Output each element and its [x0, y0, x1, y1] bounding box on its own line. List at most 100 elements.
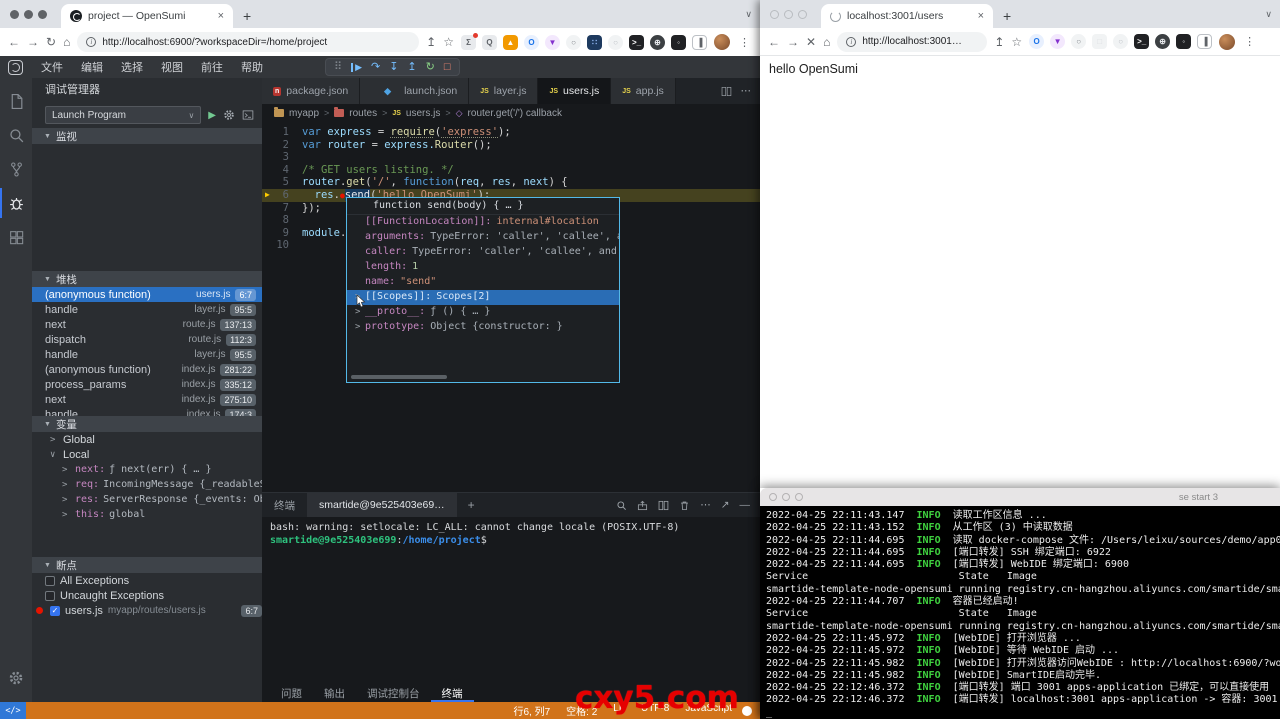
close-window-icon[interactable]	[770, 10, 779, 19]
forward-icon[interactable]: →	[787, 35, 799, 49]
debug-console-icon[interactable]	[242, 109, 254, 121]
breakpoint-row[interactable]: Uncaught Exceptions	[32, 588, 262, 603]
stack-frame[interactable]: handlelayer.js95:5	[32, 347, 262, 362]
menu-item[interactable]: 编辑	[72, 62, 112, 74]
remote-indicator[interactable]: </>	[0, 702, 26, 719]
code-editor[interactable]: 1var express = require('express');2var r…	[262, 122, 760, 492]
code-line[interactable]: 3	[262, 151, 760, 164]
minimize-window-icon[interactable]	[24, 10, 33, 19]
debug-icon[interactable]	[0, 188, 32, 218]
tab-close-icon[interactable]: ×	[978, 10, 984, 22]
drag-handle-icon[interactable]: ⠿	[334, 62, 342, 73]
watch-section-header[interactable]: ▼监视	[32, 128, 262, 144]
disk-extension-icon[interactable]: O	[1029, 34, 1044, 49]
settings-gear-icon[interactable]	[8, 670, 24, 686]
breadcrumb-item[interactable]: users.js	[406, 108, 440, 119]
extensions-icon[interactable]	[0, 222, 32, 252]
site-info-icon[interactable]: i	[846, 37, 856, 47]
stack-frame[interactable]: nextroute.js137:13	[32, 317, 262, 332]
pale-extension-icon[interactable]: ○	[608, 35, 623, 50]
forward-icon[interactable]: →	[27, 35, 39, 49]
popup-property-row[interactable]: >__proto__:ƒ () { … }	[347, 305, 619, 320]
terminal-log[interactable]: 2022-04-25 22:11:43.147 INFO 读取工作区信息 ...…	[760, 506, 1280, 719]
browser-menu-icon[interactable]: ⋮	[1242, 35, 1257, 48]
bookmark-star-icon[interactable]: ☆	[443, 35, 454, 49]
terminal-maximize-icon[interactable]: ↗	[721, 499, 730, 511]
tabstrip-chevron-icon[interactable]: ∨	[1265, 9, 1272, 28]
terminal-search-icon[interactable]	[616, 500, 627, 511]
ring-extension-icon[interactable]: ○	[566, 35, 581, 50]
popup-property-row[interactable]: caller:TypeError: 'caller', 'callee', an…	[347, 245, 619, 260]
callstack-section-header[interactable]: ▼堆栈	[32, 271, 262, 287]
search-icon[interactable]	[0, 120, 32, 150]
code-line[interactable]: 2var router = express.Router();	[262, 139, 760, 152]
globe-extension-icon[interactable]: ⊕	[650, 35, 665, 50]
profile-avatar[interactable]	[714, 34, 730, 50]
notification-icon[interactable]	[742, 706, 752, 716]
breadcrumb-item[interactable]: myapp	[289, 108, 319, 119]
sidepanel-extension-icon[interactable]: ▐	[1197, 34, 1212, 49]
maximize-window-icon[interactable]	[798, 10, 807, 19]
browser-menu-icon[interactable]: ⋮	[737, 36, 752, 49]
new-terminal-button[interactable]: +	[457, 498, 486, 512]
sigma-extension-icon[interactable]: Σ	[461, 35, 476, 50]
sidepanel-extension-icon[interactable]: ▐	[692, 35, 707, 50]
dots-extension-icon[interactable]: ○	[1113, 34, 1128, 49]
disk-extension-icon[interactable]: O	[524, 35, 539, 50]
breakpoint-row[interactable]: All Exceptions	[32, 573, 262, 588]
menu-item[interactable]: 文件	[32, 62, 72, 74]
breadcrumb-item[interactable]: routes	[349, 108, 377, 119]
window-controls[interactable]	[770, 0, 807, 28]
editor-more-actions-icon[interactable]: ⋯	[741, 85, 752, 97]
puzzle-extension-icon[interactable]: ◦	[1176, 34, 1191, 49]
stop-button[interactable]: □	[444, 62, 451, 73]
panel-tab[interactable]: 终端	[431, 685, 474, 702]
new-tab-button[interactable]: +	[993, 8, 1021, 28]
chart-extension-icon[interactable]: ▲	[503, 35, 518, 50]
maximize-window-icon[interactable]	[38, 10, 47, 19]
terminal-extension-icon[interactable]: >_	[629, 35, 644, 50]
step-into-button[interactable]: ↧	[389, 62, 398, 73]
stack-frame[interactable]: nextindex.js275:10	[32, 392, 262, 407]
editor-tab[interactable]: JSlayer.js	[469, 78, 538, 104]
ring-extension-icon[interactable]: ○	[1071, 34, 1086, 49]
close-window-icon[interactable]	[10, 10, 19, 19]
panel-tab[interactable]: 调试控制台	[356, 685, 431, 702]
editor-tab[interactable]: ◆launch.json	[360, 78, 469, 104]
step-out-button[interactable]: ↥	[407, 62, 416, 73]
terminal-extension-icon[interactable]: >_	[1134, 34, 1149, 49]
terminal-trash-icon[interactable]	[679, 500, 690, 511]
maximize-window-icon[interactable]	[795, 493, 803, 501]
terminal-tab[interactable]: smartide@9e525403e69…	[307, 493, 457, 517]
popup-property-row[interactable]: length:1	[347, 260, 619, 275]
expander-icon[interactable]: >	[62, 495, 71, 505]
variable-row[interactable]: >this: global	[32, 507, 262, 522]
terminal-minimize-icon[interactable]: —	[740, 499, 751, 511]
split-editor-icon[interactable]	[721, 86, 732, 97]
menu-item[interactable]: 选择	[112, 62, 152, 74]
menu-item[interactable]: 前往	[192, 62, 232, 74]
stack-frame[interactable]: (anonymous function)users.js6:7	[32, 287, 262, 302]
debug-settings-gear-icon[interactable]	[223, 109, 235, 121]
expander-icon[interactable]: >	[355, 306, 365, 319]
stack-frame[interactable]: process_paramsindex.js335:12	[32, 377, 262, 392]
tab-close-icon[interactable]: ×	[218, 10, 224, 22]
browser-tab[interactable]: localhost:3001/users ×	[821, 4, 993, 28]
popup-property-row[interactable]: arguments:TypeError: 'caller', 'callee',…	[347, 230, 619, 245]
expander-icon[interactable]: >	[62, 480, 71, 490]
tabstrip-chevron-icon[interactable]: ∨	[745, 9, 752, 28]
step-over-button[interactable]: ↷	[371, 62, 380, 73]
editor-tab[interactable]: JSusers.js	[538, 78, 611, 104]
profile-avatar[interactable]	[1219, 34, 1235, 50]
address-bar[interactable]: i http://localhost:3001…	[837, 32, 987, 52]
stack-frame[interactable]: handlelayer.js95:5	[32, 302, 262, 317]
popup-horizontal-scrollbar[interactable]	[351, 375, 447, 379]
restart-button[interactable]: ↻	[426, 62, 435, 73]
share-icon[interactable]: ↥	[426, 35, 436, 49]
popup-property-row[interactable]: >[[Scopes]]:Scopes[2]	[347, 290, 619, 305]
bookmark-star-icon[interactable]: ☆	[1011, 35, 1022, 49]
popup-property-row[interactable]: [[FunctionLocation]]:internal#location	[347, 215, 619, 230]
flask-extension-icon[interactable]: ▼	[545, 35, 560, 50]
quick-extension-icon[interactable]: Q	[482, 35, 497, 50]
checkbox[interactable]	[45, 576, 55, 586]
